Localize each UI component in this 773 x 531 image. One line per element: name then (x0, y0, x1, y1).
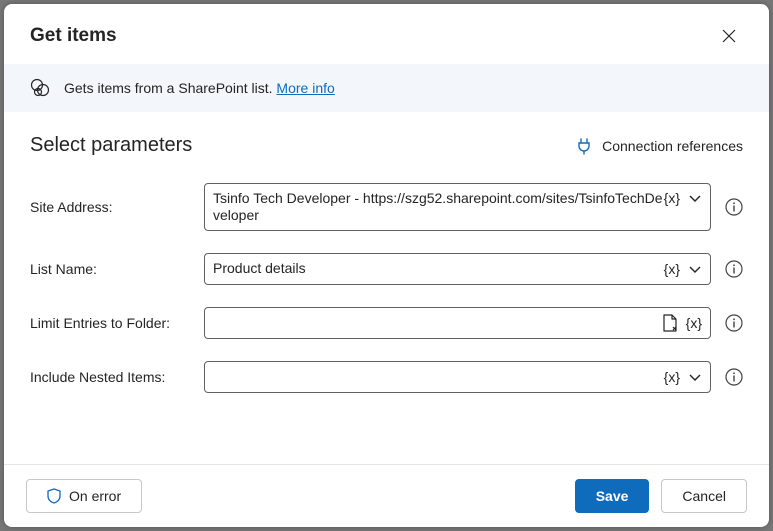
param-row-list-name: List Name: Product details {x} (30, 253, 743, 285)
dynamic-content-button[interactable]: {x} (664, 190, 680, 206)
plug-icon (576, 137, 592, 155)
params-heading: Select parameters (30, 134, 192, 157)
on-error-button[interactable]: On error (26, 479, 142, 513)
limit-folder-field[interactable]: {x} (204, 307, 711, 339)
dynamic-content-button[interactable]: {x} (664, 261, 680, 277)
site-address-value: Tsinfo Tech Developer - https://szg52.sh… (213, 190, 664, 224)
params-heading-row: Select parameters Connection references (30, 134, 743, 157)
dialog-body: Select parameters Connection references … (4, 112, 769, 464)
param-label: Include Nested Items: (30, 369, 190, 385)
param-label: Site Address: (30, 199, 190, 215)
chevron-down-icon[interactable] (688, 370, 702, 384)
shield-icon (47, 488, 61, 504)
close-button[interactable] (715, 22, 743, 50)
param-row-nested-items: Include Nested Items: {x} (30, 361, 743, 393)
on-error-label: On error (69, 488, 121, 504)
save-label: Save (596, 488, 629, 504)
dialog-footer: On error Save Cancel (4, 464, 769, 527)
info-icon[interactable] (725, 368, 743, 386)
site-address-field[interactable]: Tsinfo Tech Developer - https://szg52.sh… (204, 183, 711, 231)
param-label: List Name: (30, 261, 190, 277)
list-name-value: Product details (213, 260, 664, 277)
connection-references-label: Connection references (602, 138, 743, 154)
info-text: Gets items from a SharePoint list. (64, 80, 273, 96)
info-description: Gets items from a SharePoint list. More … (64, 80, 335, 96)
list-name-field[interactable]: Product details {x} (204, 253, 711, 285)
cancel-label: Cancel (682, 488, 726, 504)
sharepoint-icon (30, 78, 50, 98)
dialog-get-items: Get items Gets items from a SharePoint l… (4, 4, 769, 527)
dynamic-content-button[interactable]: {x} (686, 315, 702, 331)
chevron-down-icon[interactable] (688, 262, 702, 276)
dialog-header: Get items (4, 4, 769, 64)
info-icon[interactable] (725, 260, 743, 278)
connection-references[interactable]: Connection references (576, 137, 743, 155)
param-row-site-address: Site Address: Tsinfo Tech Developer - ht… (30, 183, 743, 231)
more-info-link[interactable]: More info (276, 80, 334, 96)
dialog-title: Get items (30, 25, 117, 47)
chevron-down-icon[interactable] (688, 191, 702, 205)
file-picker-icon[interactable] (662, 314, 678, 332)
info-icon[interactable] (725, 314, 743, 332)
info-icon[interactable] (725, 198, 743, 216)
param-row-limit-folder: Limit Entries to Folder: {x} (30, 307, 743, 339)
close-icon (722, 29, 736, 43)
save-button[interactable]: Save (575, 479, 650, 513)
cancel-button[interactable]: Cancel (661, 479, 747, 513)
info-bar: Gets items from a SharePoint list. More … (4, 64, 769, 112)
nested-items-field[interactable]: {x} (204, 361, 711, 393)
param-label: Limit Entries to Folder: (30, 315, 190, 331)
dynamic-content-button[interactable]: {x} (664, 369, 680, 385)
